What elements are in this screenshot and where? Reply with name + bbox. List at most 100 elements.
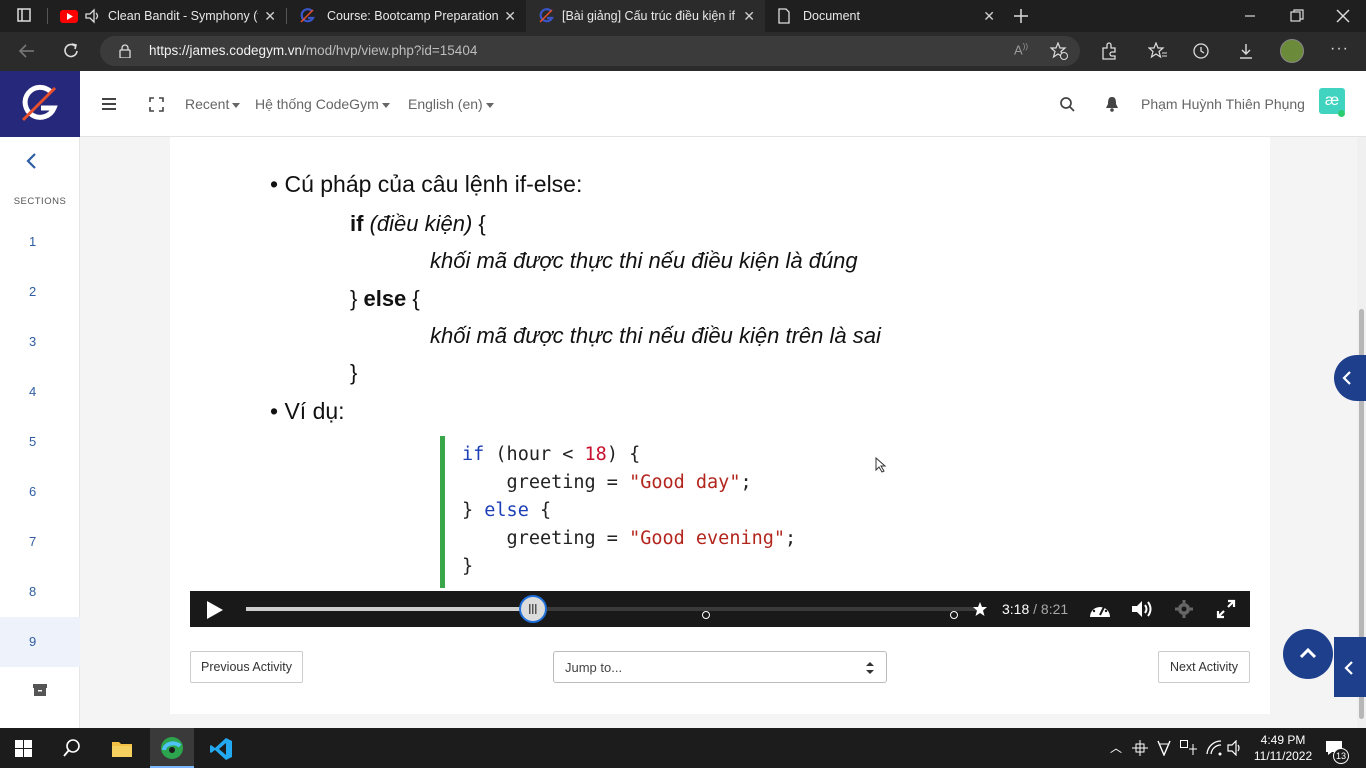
- code-text: ;: [740, 472, 752, 493]
- tray-chevron-up-icon[interactable]: ︿: [1110, 739, 1122, 756]
- code-line-4: greeting = "Good evening";: [462, 528, 797, 549]
- main-content: • Cú pháp của câu lệnh if-else: if (điều…: [80, 137, 1366, 728]
- user-name[interactable]: Phạm Huỳnh Thiên Phụng: [1141, 96, 1305, 112]
- tab-course[interactable]: Course: Bootcamp Preparation 2 ✕: [287, 0, 526, 32]
- address-bar[interactable]: https://james.codegym.vn/mod/hvp/view.ph…: [100, 36, 1080, 66]
- restore-icon[interactable]: [1290, 9, 1304, 23]
- next-activity-button[interactable]: Next Activity: [1158, 651, 1250, 683]
- tab-document[interactable]: Document ✕: [765, 0, 1005, 32]
- collapse-chevron-icon[interactable]: [25, 153, 37, 169]
- recent-menu-label: Recent: [185, 96, 230, 112]
- url-text: https://james.codegym.vn/mod/hvp/view.ph…: [149, 43, 477, 58]
- slide-else-keyword: else: [363, 286, 407, 311]
- taskbar-edge-app[interactable]: [150, 728, 194, 768]
- fullscreen-icon[interactable]: [1216, 599, 1236, 619]
- codegym-logo[interactable]: [0, 71, 80, 137]
- tab-title: [Bài giảng] Cấu trúc điều kiện if -: [562, 9, 738, 23]
- open-blocks-drawer-button[interactable]: [1334, 637, 1366, 697]
- tab-actions-icon[interactable]: [17, 8, 31, 22]
- browser-tab-strip: Clean Bandit - Symphony (fe ✕ Course: Bo…: [0, 0, 1366, 32]
- code-line-2: greeting = "Good day";: [462, 472, 752, 493]
- language-menu-label: English (en): [408, 96, 483, 112]
- video-player[interactable]: • Cú pháp của câu lệnh if-else: if (điều…: [190, 137, 1250, 627]
- tab-youtube[interactable]: Clean Bandit - Symphony (fe ✕: [48, 0, 286, 32]
- grip-icon: [528, 604, 537, 614]
- chevron-down-icon: [232, 102, 241, 108]
- slide-true-block: khối mã được thực thi nếu điều kiện là đ…: [430, 248, 858, 273]
- fullscreen-toggle-icon[interactable]: [149, 97, 164, 112]
- hamburger-menu-icon[interactable]: [102, 98, 116, 110]
- close-window-icon[interactable]: [1336, 9, 1350, 23]
- code-string: "Good day": [629, 472, 741, 493]
- close-icon[interactable]: ✕: [504, 8, 516, 25]
- slide-bullet-1: • Cú pháp của câu lệnh if-else:: [270, 171, 583, 197]
- speaker-icon[interactable]: [84, 8, 102, 24]
- minimize-icon[interactable]: [1244, 10, 1256, 22]
- section-link-3[interactable]: 3: [0, 334, 80, 349]
- chevron-down-icon: [485, 102, 494, 108]
- network-tray-icon[interactable]: [1132, 740, 1148, 756]
- lock-icon[interactable]: [119, 44, 131, 58]
- chevron-left-icon: [1342, 371, 1351, 385]
- system-menu[interactable]: Hệ thống CodeGym: [255, 96, 390, 112]
- section-link-5[interactable]: 5: [0, 434, 80, 449]
- history-icon[interactable]: [1192, 42, 1210, 60]
- back-icon[interactable]: [18, 43, 36, 59]
- volume-icon[interactable]: [1130, 599, 1154, 619]
- close-icon[interactable]: ✕: [983, 8, 995, 25]
- more-menu-icon[interactable]: ···: [1330, 40, 1349, 58]
- windows-start-icon[interactable]: [15, 740, 32, 757]
- tab-lecture[interactable]: [Bài giảng] Cấu trúc điều kiện if - ✕: [526, 0, 765, 32]
- favorites-icon[interactable]: [1148, 42, 1168, 60]
- tab-title: Clean Bandit - Symphony (fe: [108, 9, 258, 23]
- slide-else-close: }: [350, 286, 364, 311]
- chevron-left-icon: [1344, 661, 1353, 675]
- bookmark-marker[interactable]: [950, 611, 958, 619]
- section-link-1[interactable]: 1: [0, 234, 80, 249]
- codegym-icon: [300, 8, 315, 23]
- section-link-2[interactable]: 2: [0, 284, 80, 299]
- slide-close-brace: }: [350, 360, 358, 385]
- code-text: greeting =: [462, 528, 630, 549]
- add-favorite-icon[interactable]: [1050, 42, 1068, 60]
- section-link-6[interactable]: 6: [0, 484, 80, 499]
- previous-activity-button[interactable]: Previous Activity: [190, 651, 303, 683]
- section-link-8[interactable]: 8: [0, 584, 80, 599]
- search-icon[interactable]: [63, 739, 81, 757]
- extensions-icon[interactable]: [1100, 42, 1118, 60]
- star-marker-icon[interactable]: [972, 601, 988, 617]
- downloads-icon[interactable]: [1237, 42, 1255, 60]
- play-icon[interactable]: [206, 600, 224, 620]
- vscode-icon[interactable]: [209, 737, 233, 761]
- read-aloud-icon[interactable]: A)): [1014, 42, 1028, 57]
- code-text: (hour <: [484, 444, 585, 465]
- refresh-icon[interactable]: [62, 42, 80, 60]
- notification-bell-icon[interactable]: [1105, 96, 1119, 112]
- volume-tray-icon[interactable]: [1227, 740, 1243, 756]
- playback-time: 3:18 / 8:21: [1002, 601, 1068, 617]
- bookmark-marker[interactable]: [702, 611, 710, 619]
- section-link-4[interactable]: 4: [0, 384, 80, 399]
- youtube-icon: [60, 9, 78, 23]
- settings-gear-icon[interactable]: [1174, 599, 1194, 619]
- recent-menu[interactable]: Recent: [185, 96, 241, 112]
- section-link-9[interactable]: 9: [0, 634, 80, 649]
- playback-speed-icon[interactable]: [1088, 599, 1112, 619]
- vpn-tray-icon[interactable]: [1157, 740, 1171, 756]
- close-icon[interactable]: ✕: [264, 8, 276, 25]
- file-explorer-icon[interactable]: [111, 738, 133, 758]
- keyboard-language-tray-icon[interactable]: [1180, 740, 1198, 756]
- new-tab-icon[interactable]: [1013, 8, 1029, 24]
- archive-icon[interactable]: [33, 684, 47, 696]
- language-menu[interactable]: English (en): [408, 96, 494, 112]
- taskbar-clock[interactable]: 4:49 PM 11/11/2022: [1244, 732, 1322, 764]
- section-link-7[interactable]: 7: [0, 534, 80, 549]
- jump-to-select[interactable]: Jump to...: [553, 651, 887, 683]
- back-to-top-button[interactable]: [1283, 629, 1333, 679]
- close-icon[interactable]: ✕: [743, 8, 755, 25]
- progress-handle[interactable]: [518, 595, 547, 623]
- search-icon[interactable]: [1060, 97, 1075, 112]
- wifi-tray-icon[interactable]: [1206, 740, 1222, 756]
- progress-bar[interactable]: [246, 595, 981, 623]
- profile-avatar[interactable]: [1280, 39, 1304, 63]
